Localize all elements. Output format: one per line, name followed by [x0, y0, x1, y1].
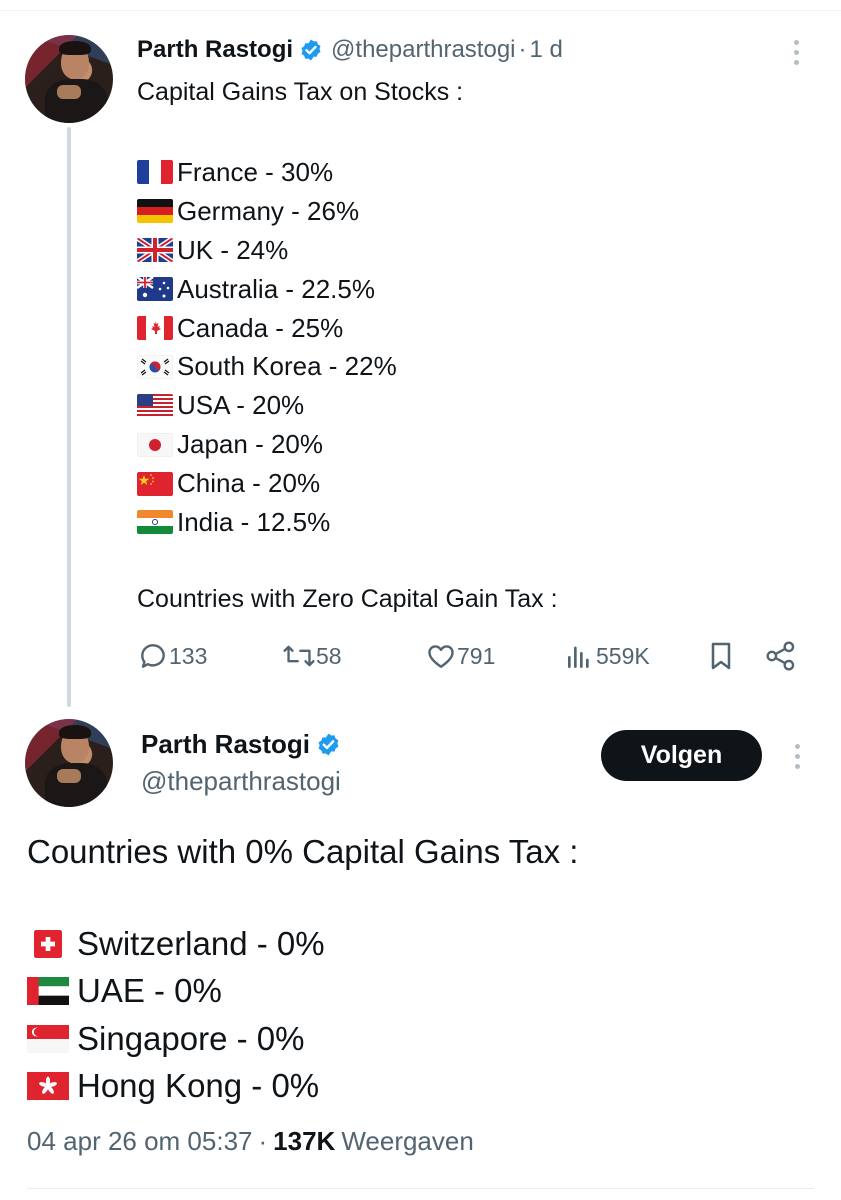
list-item: USA - 20%: [137, 386, 397, 425]
avatar[interactable]: [25, 35, 113, 123]
list-item-text: India - 12.5%: [177, 506, 331, 537]
view-count: 559K: [596, 642, 650, 669]
germany-flag-icon: [137, 199, 173, 224]
author-handle[interactable]: @theparthrastogi: [331, 36, 515, 64]
share-button[interactable]: [764, 640, 798, 672]
verified-badge-icon: [301, 39, 321, 61]
uae-flag-icon: [27, 977, 69, 1006]
list-item: Hong Kong - 0%: [27, 1063, 325, 1111]
bottom-divider: [27, 1188, 814, 1189]
list-item: UK - 24%: [137, 231, 397, 270]
author-name[interactable]: Parth Rastogi: [141, 729, 310, 760]
china-flag-icon: [137, 471, 173, 496]
list-item: India - 12.5%: [137, 503, 397, 542]
reply-count: 133: [169, 642, 208, 669]
like-button[interactable]: 791: [425, 640, 495, 672]
japan-flag-icon: [137, 432, 173, 457]
tax-rate-list: France - 30% Germany - 26% UK - 24% Aust…: [137, 153, 397, 542]
list-item-text: Hong Kong - 0%: [77, 1067, 320, 1105]
list-item: Singapore - 0%: [27, 1015, 325, 1063]
more-options-icon[interactable]: [792, 40, 800, 65]
tweet-meta: 04 apr 26 om 05:37 · 137K Weergaven: [27, 1126, 474, 1157]
views-label: Weergaven: [341, 1126, 474, 1156]
reply-icon: [141, 644, 165, 668]
tweet-header: Parth Rastogi @theparthrastogi · 1 d: [137, 34, 563, 66]
usa-flag-icon: [137, 393, 173, 418]
list-item-text: France - 30%: [177, 156, 334, 187]
verified-badge-icon: [318, 733, 339, 756]
uk-flag-icon: [137, 238, 173, 263]
list-item: China - 20%: [137, 464, 397, 503]
author-name-row: Parth Rastogi: [141, 729, 349, 760]
list-item: UAE - 0%: [27, 968, 325, 1016]
thread-connector-line: [67, 127, 71, 707]
zero-tax-list: Switzerland - 0% UAE - 0% Singapore - 0%…: [27, 920, 325, 1110]
follow-button[interactable]: Volgen: [601, 730, 762, 781]
list-item-text: Japan - 20%: [177, 429, 323, 460]
author-name[interactable]: Parth Rastogi: [137, 36, 293, 64]
more-options-icon[interactable]: [793, 744, 801, 769]
views-button[interactable]: 559K: [564, 640, 650, 672]
list-item: Japan - 20%: [137, 425, 397, 464]
avatar[interactable]: [25, 719, 113, 807]
list-item-text: USA - 20%: [177, 390, 305, 421]
list-item: Germany - 26%: [137, 192, 397, 231]
list-item-text: South Korea - 22%: [177, 351, 397, 382]
view-count-total: 137K: [273, 1126, 336, 1156]
australia-flag-icon: [137, 277, 173, 302]
list-item: Switzerland - 0%: [27, 920, 325, 968]
list-item-text: Canada - 25%: [177, 312, 344, 343]
top-divider: [0, 10, 841, 11]
views-chart-icon: [568, 646, 589, 668]
india-flag-icon: [137, 510, 173, 535]
singapore-flag-icon: [27, 1024, 69, 1053]
tweet-time[interactable]: 1 d: [530, 36, 563, 64]
repost-count: 58: [316, 642, 342, 669]
share-icon: [766, 641, 795, 671]
reply-button[interactable]: 133: [137, 640, 207, 672]
list-item-text: UAE - 0%: [77, 972, 222, 1010]
tweet-title: Capital Gains Tax on Stocks :: [137, 78, 464, 106]
like-count: 791: [457, 642, 496, 669]
tweet-title: Countries with 0% Capital Gains Tax :: [27, 833, 579, 870]
list-item: France - 30%: [137, 153, 397, 192]
tweet-timestamp[interactable]: 04 apr 26 om 05:37: [27, 1126, 253, 1157]
bookmark-icon: [711, 642, 731, 670]
france-flag-icon: [137, 160, 173, 185]
list-item-text: Switzerland - 0%: [77, 924, 325, 962]
hong-kong-flag-icon: [27, 1072, 69, 1101]
separator: ·: [518, 36, 527, 63]
meta-separator: ·: [258, 1126, 268, 1156]
repost-button[interactable]: 58: [282, 640, 342, 672]
switzerland-flag-icon: [34, 929, 62, 958]
bookmark-button[interactable]: [706, 640, 736, 672]
author-handle[interactable]: @theparthrastogi: [141, 766, 341, 797]
list-item-text: China - 20%: [177, 468, 321, 499]
repost-icon: [283, 645, 315, 667]
list-item-text: UK - 24%: [177, 234, 289, 265]
list-item-text: Singapore - 0%: [77, 1019, 305, 1057]
list-item-text: Australia - 22.5%: [177, 273, 375, 304]
list-item: Australia - 22.5%: [137, 270, 397, 309]
list-item-text: Germany - 26%: [177, 195, 360, 226]
list-item: South Korea - 22%: [137, 347, 397, 386]
heart-icon: [428, 645, 454, 668]
canada-flag-icon: [137, 316, 173, 340]
list-item: Canada - 25%: [137, 309, 397, 348]
south-korea-flag-icon: [137, 354, 173, 379]
zero-tax-heading: Countries with Zero Capital Gain Tax :: [137, 585, 558, 613]
